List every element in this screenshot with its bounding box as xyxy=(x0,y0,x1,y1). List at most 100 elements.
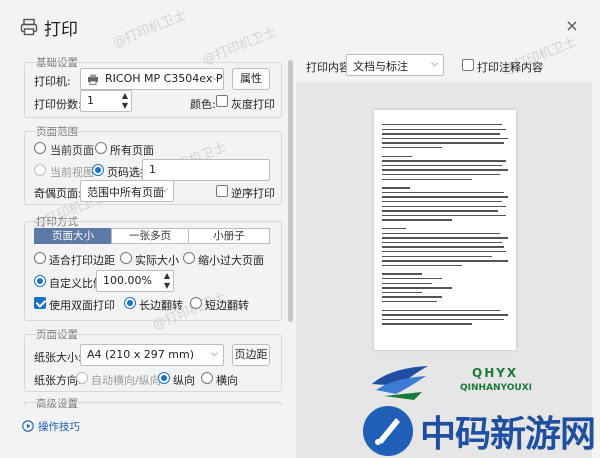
landscape-radio[interactable] xyxy=(201,372,213,384)
scale-increment[interactable]: ▲ xyxy=(162,271,172,280)
text-line xyxy=(382,187,410,189)
color-label: 颜色: xyxy=(190,98,216,111)
text-line xyxy=(382,174,500,176)
content-select[interactable]: 文档与标注 ⌵ xyxy=(346,54,444,76)
odd-even-label: 奇偶页面: xyxy=(34,187,82,200)
print-dialog: 打印 × @打印机卫士 @打印机卫士 @打印机卫士 @打印机卫士 @打印机卫士 … xyxy=(0,0,600,458)
portrait-label: 纵向 xyxy=(173,374,195,387)
all-pages-label: 所有页面 xyxy=(110,144,154,157)
text-line xyxy=(382,237,508,239)
orientation-label: 纸张方向: xyxy=(34,374,82,387)
fit-margins-radio[interactable] xyxy=(34,252,46,264)
copies-increment[interactable]: ▲ xyxy=(120,91,130,100)
settings-scrollbar[interactable] xyxy=(288,60,293,322)
current-page-label: 当前页面 xyxy=(50,144,94,157)
text-line xyxy=(382,273,422,275)
actual-size-radio[interactable] xyxy=(120,252,132,264)
text-line xyxy=(382,255,492,257)
shrink-oversize-label: 缩小过大页面 xyxy=(198,254,264,267)
text-line xyxy=(382,232,500,234)
copies-decrement[interactable]: ▼ xyxy=(120,101,130,110)
odd-even-select[interactable]: 范围中所有页面 ⌵ xyxy=(80,180,174,202)
text-line xyxy=(382,309,500,311)
text-line xyxy=(382,133,500,135)
content-value: 文档与标注 xyxy=(353,60,408,73)
text-line xyxy=(382,155,412,157)
paper-size-select[interactable]: A4 (210 x 297 mm) ⌵ xyxy=(80,344,224,366)
printer-small-icon xyxy=(88,74,98,85)
properties-button[interactable]: 属性 xyxy=(232,68,270,90)
preview-page xyxy=(374,110,516,350)
scale-decrement[interactable]: ▼ xyxy=(162,281,172,290)
tips-link[interactable]: 操作技巧 xyxy=(38,419,80,434)
text-line xyxy=(382,323,472,325)
paper-size-value: A4 (210 x 297 mm) xyxy=(87,348,195,361)
text-line xyxy=(382,160,506,162)
play-circle-icon xyxy=(22,420,34,432)
current-view-radio[interactable] xyxy=(34,164,46,176)
text-line xyxy=(382,291,422,294)
brand-code: QHYX xyxy=(472,366,519,380)
current-view-label: 当前视图 xyxy=(50,166,94,179)
brand-name: 中码新游网 xyxy=(420,414,596,455)
text-line xyxy=(382,318,504,321)
text-line xyxy=(382,196,508,198)
custom-scale-value: 100.00% xyxy=(103,274,152,287)
text-line xyxy=(382,124,502,126)
annotations-label: 打印注释内容 xyxy=(477,61,543,74)
auto-orientation-radio[interactable] xyxy=(76,372,88,384)
page-select-radio[interactable] xyxy=(92,164,104,176)
long-edge-label: 长边翻转 xyxy=(139,299,183,312)
margins-button[interactable]: 页边距 xyxy=(232,344,270,366)
short-edge-radio[interactable] xyxy=(190,297,202,309)
portrait-radio[interactable] xyxy=(158,372,170,384)
duplex-checkbox[interactable] xyxy=(34,297,46,309)
text-line xyxy=(382,278,442,280)
advanced-group xyxy=(24,402,282,406)
text-line xyxy=(382,142,504,144)
text-line xyxy=(382,205,506,207)
text-line xyxy=(382,246,504,248)
text-line xyxy=(382,214,506,217)
chevron-down-icon: ⌵ xyxy=(211,349,218,359)
text-line xyxy=(382,314,508,316)
all-pages-radio[interactable] xyxy=(95,142,107,154)
text-line xyxy=(382,251,506,253)
text-line xyxy=(382,210,498,212)
auto-orientation-label: 自动横向/纵向 xyxy=(91,374,161,387)
title-bar: 打印 × xyxy=(0,0,600,48)
reverse-checkbox[interactable] xyxy=(216,185,228,197)
actual-size-label: 实际大小 xyxy=(135,254,179,267)
text-line xyxy=(382,191,504,194)
text-line xyxy=(382,301,437,303)
text-line xyxy=(382,282,432,284)
boat-logo-icon xyxy=(372,366,428,400)
text-line xyxy=(382,287,452,289)
printer-select[interactable]: RICOH MP C3504ex PCL 6 ⌵ xyxy=(80,68,224,90)
tab-multi-page[interactable]: 一张多页 xyxy=(111,228,189,244)
text-line xyxy=(382,128,506,130)
custom-scale-radio[interactable] xyxy=(34,275,46,287)
shrink-oversize-radio[interactable] xyxy=(183,252,195,264)
text-line xyxy=(382,241,502,244)
tab-page-size[interactable]: 页面大小 xyxy=(34,228,112,244)
current-page-radio[interactable] xyxy=(34,142,46,154)
grayscale-checkbox[interactable] xyxy=(216,95,228,107)
long-edge-radio[interactable] xyxy=(124,297,136,309)
page-select-input[interactable]: 1 xyxy=(142,159,270,181)
duplex-label: 使用双面打印 xyxy=(49,299,115,312)
reverse-label: 逆序打印 xyxy=(231,187,275,200)
chevron-down-icon: ⌵ xyxy=(211,73,218,83)
odd-even-value: 范围中所有页面 xyxy=(87,186,164,199)
text-line xyxy=(382,201,502,203)
text-line xyxy=(382,219,452,221)
text-line xyxy=(382,260,508,262)
page-select-value: 1 xyxy=(149,163,156,176)
annotations-checkbox[interactable] xyxy=(462,59,474,71)
landscape-label: 横向 xyxy=(216,374,238,387)
brand-logo-icon xyxy=(363,406,413,456)
text-line xyxy=(382,169,508,171)
text-line xyxy=(382,296,442,298)
tab-booklet[interactable]: 小册子 xyxy=(188,228,270,244)
copies-value: 1 xyxy=(87,94,94,107)
